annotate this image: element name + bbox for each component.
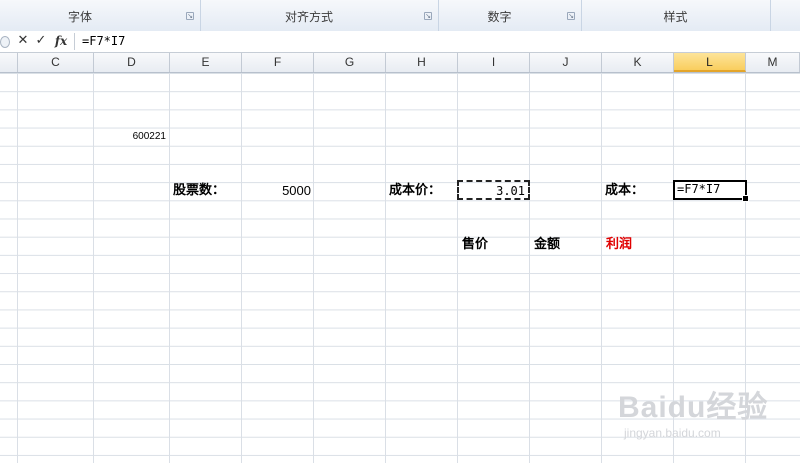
alignment-dialog-launcher-icon[interactable]: ↘ xyxy=(424,12,432,20)
ribbon-group-styles: 样式 xyxy=(581,0,771,31)
column-header-g[interactable]: G xyxy=(314,53,386,72)
column-header-k[interactable]: K xyxy=(602,53,674,72)
grid-line xyxy=(529,73,530,463)
formula-bar-separator xyxy=(74,33,75,50)
column-header-j[interactable]: J xyxy=(530,53,602,72)
watermark-logo-text: Baidu经验 xyxy=(618,391,769,424)
grid-line xyxy=(93,73,94,463)
cell-k7-label[interactable]: 成本： xyxy=(605,182,671,200)
ribbon-group-alignment-label: 对齐方式 xyxy=(284,10,333,24)
cell-i7-value[interactable]: 3.01 xyxy=(460,182,525,200)
grid-line xyxy=(169,73,170,463)
ribbon-group-number: 数字 ↘ xyxy=(438,0,582,31)
ribbon-group-font-label: 字体 xyxy=(67,10,92,24)
formula-input[interactable]: =F7*I7 xyxy=(82,33,125,49)
grid-line xyxy=(385,73,386,463)
ribbon-group-styles-label: 样式 xyxy=(663,10,688,24)
cell-e7-label[interactable]: 股票数： xyxy=(173,182,243,200)
cell-k10-label[interactable]: 利润 xyxy=(606,236,672,254)
cell-j10-label[interactable]: 金额 xyxy=(534,236,600,254)
ribbon-group-alignment: 对齐方式 ↘ xyxy=(200,0,439,31)
cancel-icon[interactable]: ✕ xyxy=(15,33,31,49)
ribbon-group-font: 字体 ↘ xyxy=(0,0,201,31)
ribbon-group-number-label: 数字 xyxy=(487,10,512,24)
column-header-c[interactable]: C xyxy=(18,53,94,72)
column-header-h[interactable]: H xyxy=(386,53,458,72)
grid-line xyxy=(601,73,602,463)
active-cell-l7[interactable]: =F7*I7 xyxy=(673,180,749,202)
baidu-jingyan-watermark: Baidu经验 jingyan.baidu.com xyxy=(618,382,788,452)
name-box-resize-handle[interactable] xyxy=(0,36,10,48)
column-header-i[interactable]: I xyxy=(458,53,530,72)
cell-d4[interactable]: 600221 xyxy=(96,128,166,146)
cell-f7-value[interactable]: 5000 xyxy=(244,182,311,200)
fill-handle[interactable] xyxy=(742,195,749,202)
ribbon-group-labels: 字体 ↘ 对齐方式 ↘ 数字 ↘ 样式 xyxy=(0,0,800,32)
font-dialog-launcher-icon[interactable]: ↘ xyxy=(186,12,194,20)
grid-line xyxy=(313,73,314,463)
column-header-e[interactable]: E xyxy=(170,53,242,72)
watermark-url: jingyan.baidu.com xyxy=(624,426,721,440)
column-header-m[interactable]: M xyxy=(746,53,800,72)
number-dialog-launcher-icon[interactable]: ↘ xyxy=(567,12,575,20)
cell-i10-label[interactable]: 售价 xyxy=(462,236,528,254)
grid-line xyxy=(17,73,18,463)
column-header-f[interactable]: F xyxy=(242,53,314,72)
column-header-l-selected[interactable]: L xyxy=(674,53,746,72)
grid-line xyxy=(241,73,242,463)
column-header-d[interactable]: D xyxy=(94,53,170,72)
cell-h7-label[interactable]: 成本价： xyxy=(389,182,459,200)
cell-l7-formula: =F7*I7 xyxy=(677,182,721,196)
column-header-row: C D E F G H I J K L M xyxy=(0,53,800,73)
grid-line xyxy=(457,73,458,463)
formula-bar: ✕ ✓ fx =F7*I7 xyxy=(0,31,800,53)
column-header-b[interactable] xyxy=(0,53,18,72)
insert-function-icon[interactable]: fx xyxy=(52,33,70,49)
enter-check-icon[interactable]: ✓ xyxy=(33,33,49,49)
